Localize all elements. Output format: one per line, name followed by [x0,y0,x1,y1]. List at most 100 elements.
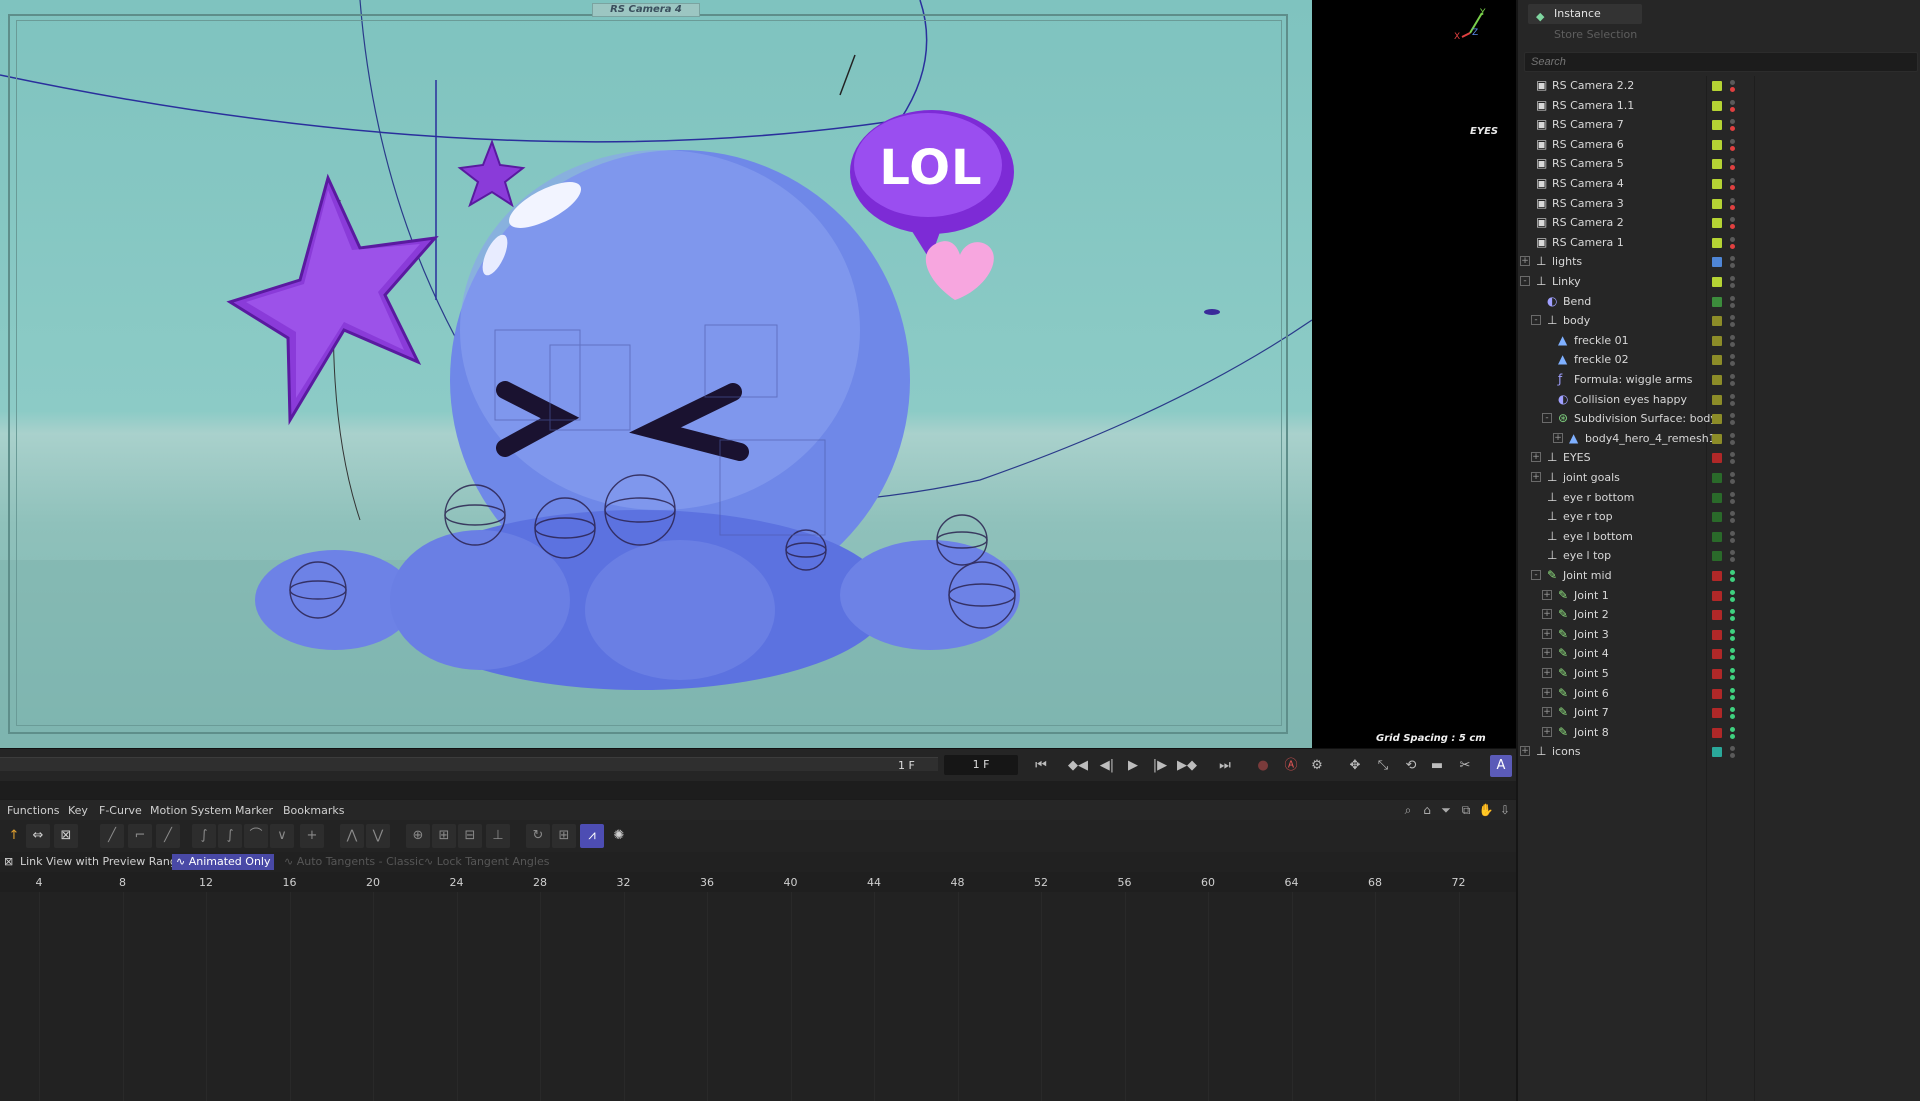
expand-toggle-icon[interactable]: - [1531,315,1541,326]
store-selection-button[interactable]: Store Selection [1528,26,1642,44]
layer-color-swatch[interactable] [1712,139,1722,150]
ease-icon[interactable]: ╱ [156,824,180,848]
layer-color-swatch[interactable] [1712,316,1722,327]
render-visibility-icon[interactable] [1730,381,1735,386]
render-visibility-icon[interactable] [1730,635,1735,641]
object-row[interactable]: + ✎ Joint 5 [1518,664,1920,684]
editor-visibility-icon[interactable] [1730,315,1735,321]
go-to-end-button[interactable]: ⏭ [1214,755,1236,777]
f-curve-graph[interactable] [0,892,1516,1101]
autokey-icon[interactable]: Ⓐ [1280,755,1302,777]
layer-color-swatch[interactable] [1712,649,1722,660]
object-row[interactable]: ▣ RS Camera 5 [1518,154,1920,174]
zero-angle-icon[interactable]: + [300,824,324,848]
render-visibility-icon[interactable] [1730,596,1735,602]
expand-toggle-icon[interactable]: + [1520,256,1530,267]
layer-color-swatch[interactable] [1712,414,1722,425]
editor-visibility-icon[interactable] [1730,178,1735,183]
editor-visibility-icon[interactable] [1730,589,1735,595]
editor-visibility-icon[interactable] [1730,432,1735,438]
editor-visibility-icon[interactable] [1730,570,1735,575]
ease-out-icon[interactable]: ⌒ [244,824,268,848]
object-row[interactable]: ⊥ eye l bottom [1518,527,1920,547]
object-row[interactable]: ◐ Bend [1518,292,1920,312]
object-row[interactable]: + ✎ Joint 1 [1518,586,1920,606]
layer-color-swatch[interactable] [1712,531,1722,542]
expand-toggle-icon[interactable]: - [1520,276,1530,286]
object-row[interactable]: + ✎ Joint 7 [1518,703,1920,723]
render-visibility-icon[interactable] [1730,87,1735,92]
menu-functions[interactable]: Functions [7,804,60,817]
object-row[interactable]: ▲ freckle 02 [1518,350,1920,370]
frame-all-icon[interactable]: ⇔ [26,824,50,848]
editor-visibility-icon[interactable] [1730,99,1735,105]
camera-label[interactable]: RS Camera 4 [592,3,700,17]
object-row[interactable]: ▣ RS Camera 7 [1518,115,1920,135]
editor-visibility-icon[interactable] [1730,609,1735,615]
render-visibility-icon[interactable] [1730,557,1735,563]
object-search-input[interactable] [1524,52,1918,72]
layer-color-swatch[interactable] [1712,433,1722,444]
render-visibility-icon[interactable] [1730,459,1735,465]
object-row[interactable]: ◐ Collision eyes happy [1518,390,1920,410]
editor-visibility-icon[interactable] [1730,452,1735,458]
editor-visibility-icon[interactable] [1730,550,1735,556]
render-visibility-icon[interactable] [1730,361,1735,367]
menu-f-curve[interactable]: F-Curve [99,804,142,817]
unify-tangent-icon[interactable]: ⋁ [366,824,390,848]
render-visibility-icon[interactable] [1730,106,1735,112]
link-view-toggle[interactable]: Link View with Preview Range [16,854,188,870]
delete-keys-icon[interactable]: ⊠ [54,824,78,848]
frame-ruler[interactable]: 4 8 12 16 20 24 28 32 36 40 44 48 52 56 60 64 68 72 [0,872,1516,892]
key-position-icon[interactable]: ✥ [1344,755,1366,777]
layer-color-swatch[interactable] [1712,159,1722,170]
snap-value-icon[interactable]: ⊞ [432,824,456,848]
render-visibility-icon[interactable] [1730,145,1735,151]
align-icon[interactable]: ⊥ [486,824,510,848]
next-frame-button[interactable]: |▶ [1149,755,1171,777]
expand-toggle-icon[interactable]: - [1542,413,1552,424]
next-key-button[interactable]: ▶◆ [1176,755,1198,777]
ease-in-icon[interactable]: ∫ [218,824,242,848]
editor-visibility-icon[interactable] [1730,138,1735,144]
editor-visibility-icon[interactable] [1730,746,1735,752]
expand-toggle-icon[interactable]: + [1542,628,1552,639]
editor-visibility-icon[interactable] [1730,354,1735,360]
render-visibility-icon[interactable] [1730,733,1735,739]
expand-toggle-icon[interactable]: + [1520,746,1530,757]
object-row[interactable]: + ⊥ lights [1518,252,1920,272]
object-row[interactable]: ▣ RS Camera 6 [1518,135,1920,155]
layer-color-swatch[interactable] [1712,375,1722,385]
object-row[interactable]: + ⊥ EYES [1518,448,1920,468]
render-visibility-icon[interactable] [1730,518,1735,524]
render-visibility-icon[interactable] [1730,341,1735,347]
object-row[interactable]: ƒ Formula: wiggle arms [1518,370,1920,390]
layer-color-swatch[interactable] [1712,551,1722,562]
editor-visibility-icon[interactable] [1730,628,1735,634]
render-visibility-icon[interactable] [1730,714,1735,720]
key-rotation-icon[interactable]: ⟲ [1400,755,1422,777]
object-row[interactable]: ⊥ eye r bottom [1518,488,1920,508]
object-row[interactable]: - ⊥ body [1518,311,1920,331]
expand-toggle-icon[interactable]: + [1542,687,1552,698]
menu-bookmarks[interactable]: Bookmarks [283,804,344,817]
key-parameter-icon[interactable]: ▬ [1426,755,1448,777]
editor-visibility-icon[interactable] [1730,648,1735,654]
layer-color-swatch[interactable] [1712,590,1722,601]
snap-key-icon[interactable]: ⊕ [406,824,430,848]
previous-key-button[interactable]: ◆◀ [1067,755,1089,777]
filter-icon[interactable]: ⏷ [1438,803,1454,817]
render-visibility-icon[interactable] [1730,204,1735,210]
layer-color-swatch[interactable] [1712,492,1722,503]
editor-visibility-icon[interactable] [1730,374,1735,379]
editor-visibility-icon[interactable] [1730,707,1735,713]
expand-toggle-icon[interactable]: + [1531,452,1541,463]
search-icon[interactable]: ⌕ [1400,803,1416,817]
render-visibility-icon[interactable] [1730,498,1735,504]
layer-color-swatch[interactable] [1712,629,1722,640]
object-row[interactable]: ▣ RS Camera 2 [1518,213,1920,233]
go-to-start-button[interactable]: ⏮ [1030,755,1052,777]
render-visibility-icon[interactable] [1730,479,1735,484]
object-row[interactable]: + ✎ Joint 4 [1518,644,1920,664]
key-settings-icon[interactable]: ⚙ [1306,755,1328,777]
